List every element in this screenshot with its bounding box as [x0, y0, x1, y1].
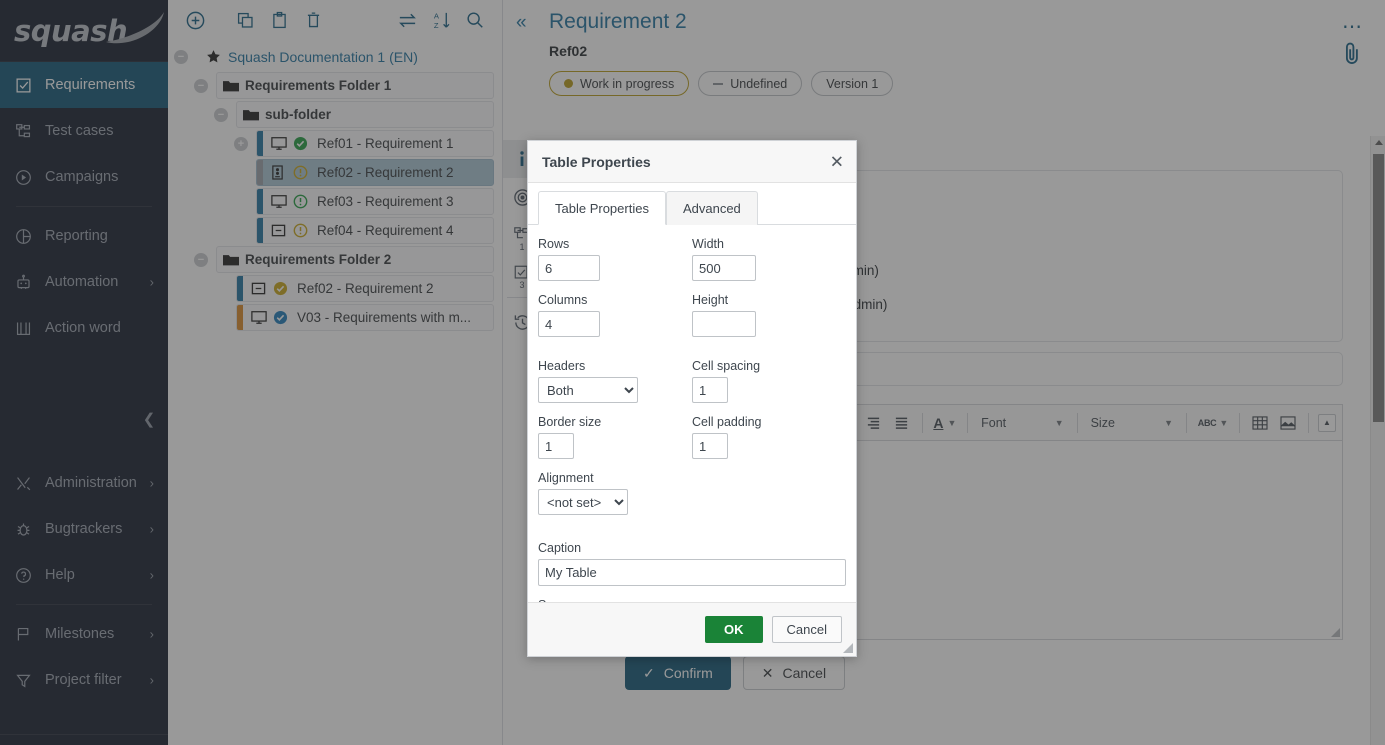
form-row-1: Rows Columns Width Height: [538, 237, 846, 349]
alignment-label: Alignment: [538, 471, 692, 485]
dialog-title: Table Properties: [542, 154, 651, 170]
form-right-column: Width Height: [692, 237, 846, 349]
tab-advanced[interactable]: Advanced: [666, 191, 758, 225]
width-input[interactable]: [692, 255, 756, 281]
caption-label: Caption: [538, 541, 846, 555]
cell-padding-label: Cell padding: [692, 415, 846, 429]
form-left-column: Rows Columns: [538, 237, 692, 349]
app-root: squash Requirements Test cases: [0, 0, 1385, 745]
rows-input[interactable]: [538, 255, 600, 281]
caption-group: Caption: [538, 541, 846, 598]
cell-padding-input[interactable]: [692, 433, 728, 459]
dialog-titlebar[interactable]: Table Properties ✕: [528, 141, 856, 183]
cell-spacing-input[interactable]: [692, 377, 728, 403]
table-properties-dialog: Table Properties ✕ Table Properties Adva…: [527, 140, 857, 657]
columns-label: Columns: [538, 293, 692, 307]
dialog-cancel-button[interactable]: Cancel: [772, 616, 842, 643]
dialog-form: Rows Columns Width Height Headers Both: [528, 225, 856, 645]
dialog-footer: OK Cancel: [528, 602, 856, 656]
height-input[interactable]: [692, 311, 756, 337]
tab-table-properties[interactable]: Table Properties: [538, 191, 666, 225]
width-label: Width: [692, 237, 846, 251]
form-right-column: Cell spacing Cell padding: [692, 359, 846, 515]
height-label: Height: [692, 293, 846, 307]
rows-label: Rows: [538, 237, 692, 251]
dialog-ok-button[interactable]: OK: [705, 616, 763, 643]
alignment-select[interactable]: <not set>: [538, 489, 628, 515]
headers-select[interactable]: Both: [538, 377, 638, 403]
caption-input[interactable]: [538, 559, 846, 586]
headers-label: Headers: [538, 359, 692, 373]
border-size-label: Border size: [538, 415, 692, 429]
dialog-resize-handle[interactable]: [843, 643, 853, 653]
form-left-column: Headers Both Border size Alignment <not …: [538, 359, 692, 515]
form-row-2: Headers Both Border size Alignment <not …: [538, 359, 846, 515]
tab-label: Table Properties: [555, 201, 649, 216]
dialog-tabs: Table Properties Advanced: [528, 183, 856, 225]
close-icon[interactable]: ✕: [830, 153, 844, 170]
border-size-input[interactable]: [538, 433, 574, 459]
cell-spacing-label: Cell spacing: [692, 359, 846, 373]
columns-input[interactable]: [538, 311, 600, 337]
tab-label: Advanced: [683, 201, 741, 216]
